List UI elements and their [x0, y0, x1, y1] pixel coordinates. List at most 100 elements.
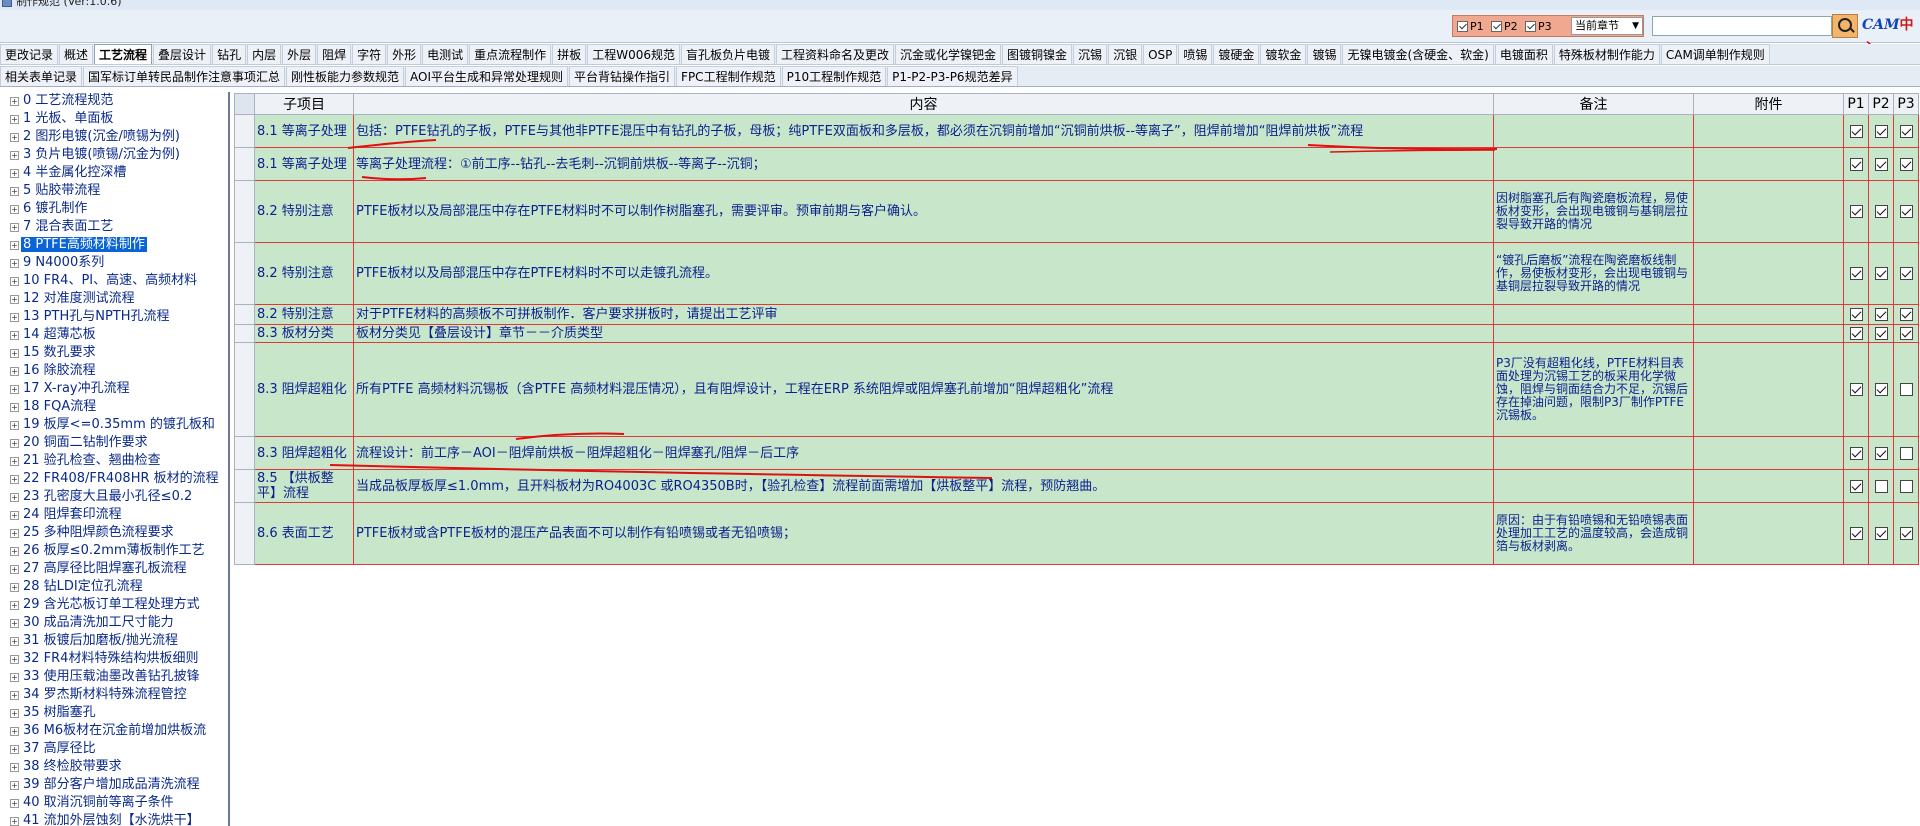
table-row[interactable]: 8.2 特别注意 PTFE板材以及局部混压中存在PTFE材料时不可以走镀孔流程。 “… [234, 242, 1919, 305]
tree-item[interactable]: +9 N4000系列 [0, 254, 228, 272]
sub-item-cell[interactable]: 8.1 等离子处理 [254, 147, 354, 181]
table-row[interactable]: 8.3 阻焊超粗化 所有PTFE 高频材料沉锡板（含PTFE 高频材料混压情况），… [234, 342, 1919, 437]
expand-icon[interactable]: + [10, 421, 19, 430]
expand-icon[interactable]: + [10, 493, 19, 502]
remark-cell[interactable] [1493, 436, 1694, 470]
tree-item[interactable]: +0 工艺流程规范 [0, 92, 228, 110]
tab-row2-5[interactable]: 平台背钻操作指引 [569, 66, 676, 86]
p3-checkbox[interactable] [1899, 157, 1913, 171]
p2-checkbox[interactable] [1874, 205, 1888, 218]
remark-cell[interactable]: 因树脂塞孔后有陶瓷磨板流程，易使板材变形，会出现电镀铜与基铜层拉裂导致开路的情况 [1493, 180, 1694, 243]
tree-item[interactable]: +14 超薄芯板 [0, 326, 228, 344]
p2-checkbox[interactable] [1874, 383, 1888, 396]
content-cell[interactable]: 板材分类见【叠层设计】章节－－介质类型 [353, 324, 1494, 343]
remark-cell[interactable] [1493, 304, 1694, 325]
row-header[interactable] [234, 342, 255, 437]
plant-p3-checkbox[interactable]: P3 [1525, 20, 1552, 34]
tree-item[interactable]: +29 含光芯板订单工程处理方式 [0, 596, 228, 614]
p1-checkbox[interactable] [1849, 527, 1863, 540]
row-header[interactable] [234, 114, 255, 148]
table-row[interactable]: 8.6 表面工艺 PTFE板材或含PTFE板材的混压产品表面不可以制作有铅喷锡或者… [234, 502, 1919, 565]
expand-icon[interactable]: + [10, 385, 19, 394]
expand-icon[interactable]: + [10, 313, 19, 322]
header-content[interactable]: 内容 [353, 93, 1494, 115]
tree-item[interactable]: +13 PTH孔与NPTH孔流程 [0, 308, 228, 326]
row-header[interactable] [234, 180, 255, 243]
sub-item-cell[interactable]: 8.2 特别注意 [254, 180, 354, 243]
content-cell[interactable]: 等离子处理流程：①前工序--钻孔--去毛刺--沉铜前烘板--等离子--沉铜； [353, 147, 1494, 181]
content-cell[interactable]: PTFE板材或含PTFE板材的混压产品表面不可以制作有铅喷锡或者无铅喷锡； [353, 502, 1494, 565]
expand-icon[interactable]: + [10, 781, 19, 790]
p3-checkbox[interactable] [1899, 479, 1913, 493]
tab-2[interactable]: 概述 [59, 44, 94, 64]
tab-row2-3[interactable]: 刚性板能力参数规范 [286, 66, 405, 86]
tab-21[interactable]: OSP [1143, 44, 1178, 64]
tree-item[interactable]: +12 对准度测试流程 [0, 290, 228, 308]
p3-checkbox[interactable] [1899, 527, 1913, 540]
p2-checkbox[interactable] [1874, 446, 1888, 460]
expand-icon[interactable]: + [10, 745, 19, 754]
sub-item-cell[interactable]: 8.3 阻焊超粗化 [254, 342, 354, 437]
p1-checkbox[interactable] [1849, 308, 1863, 321]
tree-item[interactable]: +27 高厚径比阻焊塞孔板流程 [0, 560, 228, 578]
expand-icon[interactable]: + [10, 565, 19, 574]
tab-23[interactable]: 镀硬金 [1213, 44, 1260, 64]
expand-icon[interactable]: + [10, 799, 19, 808]
expand-icon[interactable]: + [10, 511, 19, 520]
p3-checkbox[interactable] [1899, 446, 1913, 460]
tab-26[interactable]: 无镍电镀金(含硬金、软金) [1342, 44, 1494, 64]
expand-icon[interactable]: + [10, 817, 19, 826]
attachment-cell[interactable] [1693, 342, 1844, 437]
tree-item[interactable]: +25 多种阻焊颜色流程要求 [0, 524, 228, 542]
tree-item[interactable]: +41 流加外层蚀刻【水洗烘干】 [0, 812, 228, 826]
header-remark[interactable]: 备注 [1493, 93, 1694, 115]
expand-icon[interactable]: + [10, 349, 19, 358]
table-row[interactable]: 8.3 板材分类 板材分类见【叠层设计】章节－－介质类型 [234, 324, 1919, 343]
attachment-cell[interactable] [1693, 324, 1844, 343]
expand-icon[interactable]: + [10, 169, 19, 178]
sub-item-cell[interactable]: 8.6 表面工艺 [254, 502, 354, 565]
header-p3[interactable]: P3 [1893, 93, 1919, 115]
tree-item[interactable]: +38 终检胶带要求 [0, 758, 228, 776]
expand-icon[interactable]: + [10, 97, 19, 106]
p2-checkbox[interactable] [1874, 327, 1888, 340]
attachment-cell[interactable] [1693, 304, 1844, 325]
tab-22[interactable]: 喷锡 [1178, 44, 1213, 64]
tab-13[interactable]: 拼板 [552, 44, 587, 64]
sub-item-cell[interactable]: 8.3 阻焊超粗化 [254, 436, 354, 470]
tab-row2-4[interactable]: AOI平台生成和异常处理规则 [405, 66, 569, 86]
remark-cell[interactable] [1493, 324, 1694, 343]
expand-icon[interactable]: + [10, 619, 19, 628]
attachment-cell[interactable] [1693, 469, 1844, 503]
tree-item[interactable]: +37 高厚径比 [0, 740, 228, 758]
row-header[interactable] [234, 469, 255, 503]
tree-item[interactable]: +5 贴胶带流程 [0, 182, 228, 200]
tab-14[interactable]: 工程W006规范 [587, 44, 680, 64]
expand-icon[interactable]: + [10, 295, 19, 304]
expand-icon[interactable]: + [10, 259, 19, 268]
expand-icon[interactable]: + [10, 655, 19, 664]
table-row[interactable]: 8.1 等离子处理 等离子处理流程：①前工序--钻孔--去毛刺--沉铜前烘板--等… [234, 147, 1919, 181]
tab-row2-7[interactable]: P10工程制作规范 [781, 66, 887, 86]
expand-icon[interactable]: + [10, 529, 19, 538]
expand-icon[interactable]: + [10, 691, 19, 700]
tree-item[interactable]: +6 镀孔制作 [0, 200, 228, 218]
tree-item[interactable]: +8 PTFE高频材料制作 [0, 236, 228, 254]
p1-checkbox[interactable] [1849, 446, 1863, 460]
sub-item-cell[interactable]: 8.2 特别注意 [254, 304, 354, 325]
tab-6[interactable]: 内层 [247, 44, 282, 64]
tree-item[interactable]: +39 部分客户增加成品清洗流程 [0, 776, 228, 794]
tab-27[interactable]: 电镀面积 [1494, 44, 1553, 64]
search-input[interactable] [1652, 16, 1832, 36]
table-row[interactable]: 8.3 阻焊超粗化 流程设计：前工序－AOI－阻焊前烘板－阻焊超粗化－阻焊塞孔/阻… [234, 436, 1919, 470]
expand-icon[interactable]: + [10, 763, 19, 772]
tab-17[interactable]: 沉金或化学镍钯金 [895, 44, 1002, 64]
tab-19[interactable]: 沉锡 [1073, 44, 1108, 64]
content-cell[interactable]: 当成品板厚板厚≤1.0mm，且开料板材为RO4003C 或RO4350B时，【验… [353, 469, 1494, 503]
tab-25[interactable]: 镀锡 [1307, 44, 1342, 64]
expand-icon[interactable]: + [10, 241, 19, 250]
sub-item-cell[interactable]: 8.3 板材分类 [254, 324, 354, 343]
tab-11[interactable]: 电测试 [422, 44, 469, 64]
attachment-cell[interactable] [1693, 436, 1844, 470]
tree-item[interactable]: +15 数孔要求 [0, 344, 228, 362]
